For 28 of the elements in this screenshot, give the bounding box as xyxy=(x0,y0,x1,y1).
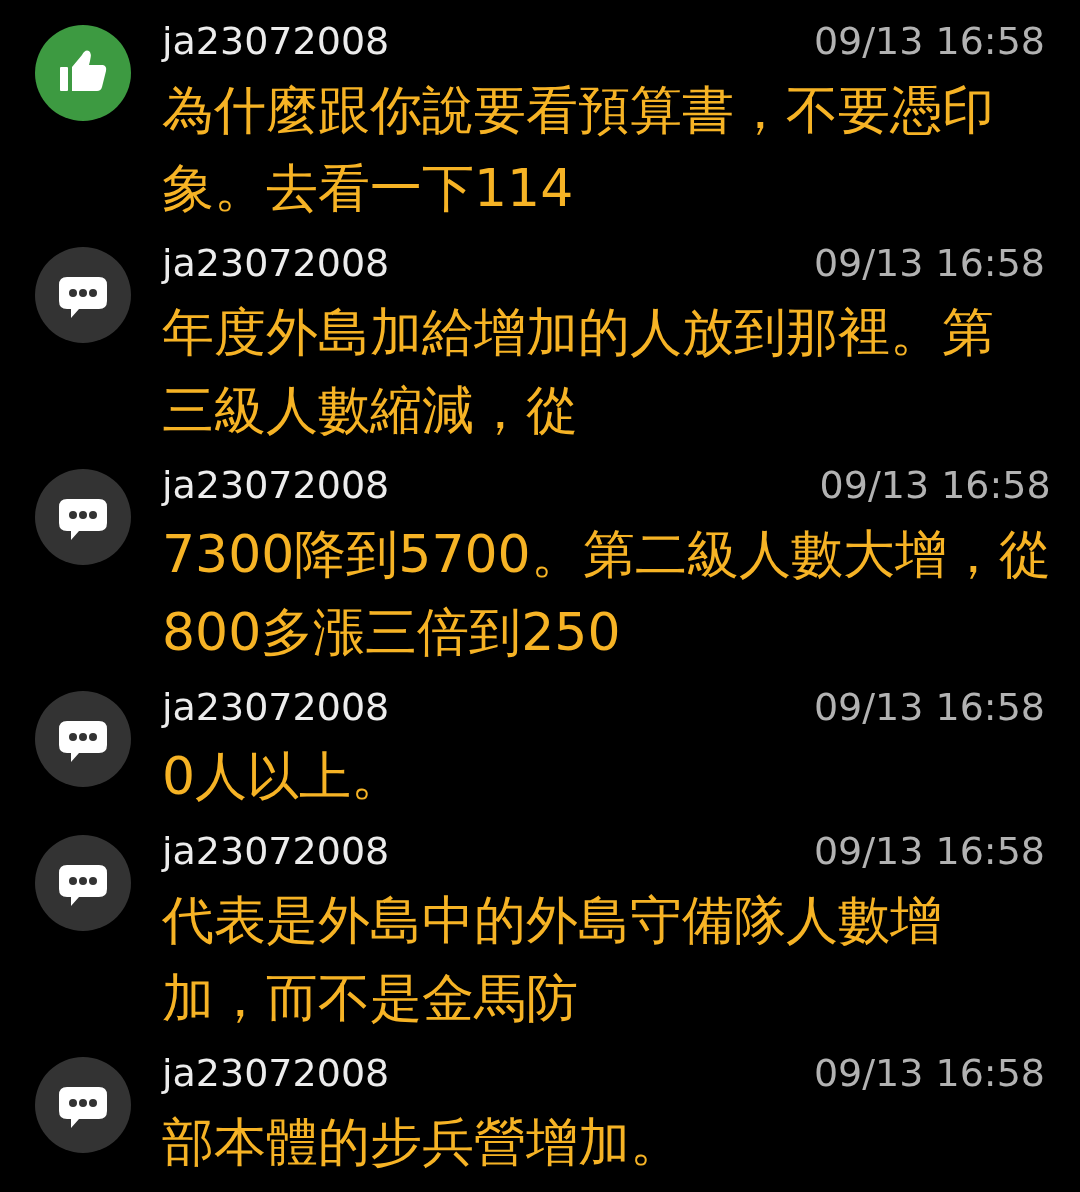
comment-text: 部本體的步兵營增加。 xyxy=(162,1111,683,1174)
username: ja23072008 xyxy=(162,1051,390,1095)
comment-text: 7300降到5700。第二級人數大增，從 xyxy=(162,523,1051,586)
speech-bubble-icon xyxy=(35,1057,131,1153)
username: ja23072008 xyxy=(162,829,390,873)
comment-text: 象。去看一下114 xyxy=(162,157,575,220)
comment-text: 年度外島加給增加的人放到那裡。第 xyxy=(162,301,995,364)
username: ja23072008 xyxy=(162,19,390,63)
comment-text: 0人以上。 xyxy=(162,745,405,808)
comment-text: 加，而不是金馬防 xyxy=(162,967,579,1030)
comment-text: 代表是外島中的外島守備隊人數增 xyxy=(162,889,943,952)
username: ja23072008 xyxy=(162,685,390,729)
timestamp: 09/13 16:58 xyxy=(813,829,1045,873)
speech-bubble-icon xyxy=(35,247,131,343)
comment-text: 800多漲三倍到250 xyxy=(162,601,622,664)
username: ja23072008 xyxy=(162,463,390,507)
comment-text: 為什麼跟你說要看預算書，不要憑印 xyxy=(162,79,995,142)
timestamp: 09/13 16:58 xyxy=(813,685,1045,729)
username: ja23072008 xyxy=(162,241,390,285)
speech-bubble-icon xyxy=(35,469,131,565)
thumbs-up-icon xyxy=(35,25,131,121)
timestamp: 09/13 16:58 xyxy=(813,1051,1045,1095)
timestamp: 09/13 16:58 xyxy=(813,19,1045,63)
timestamp: 09/13 16:58 xyxy=(813,241,1045,285)
timestamp: 09/13 16:58 xyxy=(819,463,1051,507)
speech-bubble-icon xyxy=(35,835,131,931)
speech-bubble-icon xyxy=(35,691,131,787)
comment-text: 三級人數縮減，從 xyxy=(162,379,579,442)
